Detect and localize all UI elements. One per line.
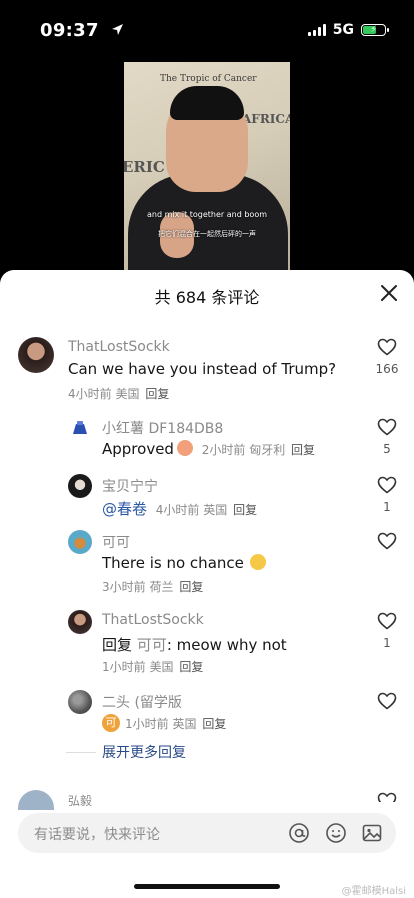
reply-button[interactable]: 回复 — [202, 715, 226, 732]
comment-text: There is no chance — [102, 554, 266, 572]
like-count: 5 — [383, 442, 391, 456]
comment-meta: 可 1小时前 英国 回复 — [102, 714, 226, 732]
divider — [66, 751, 96, 753]
reply-button[interactable]: 回复 — [179, 660, 203, 674]
comment-text: 回复 可可: meow why not — [102, 634, 287, 655]
emoji-icon[interactable] — [325, 822, 347, 844]
time-label: 09:37 — [40, 20, 99, 41]
comment-location: 荷兰 — [149, 580, 174, 594]
comment-location: 美国 — [115, 387, 140, 401]
video-subtitle-zh: 把它们混合在一起然后砰的一声 — [158, 230, 256, 238]
comment-time: 3小时前 — [102, 580, 146, 594]
like-count: 166 — [375, 362, 399, 376]
status-bar: 09:37 5G ⚡ — [0, 0, 414, 62]
comment-sheet: 共 684 条评论 ThatLostSockk Can we have you … — [0, 270, 414, 898]
mention-link[interactable]: @春卷 — [102, 500, 147, 518]
comment-text: Approved 2小时前 匈牙利 回复 — [102, 440, 315, 458]
close-icon[interactable] — [380, 284, 398, 302]
location-arrow-icon — [111, 20, 124, 41]
heart-icon[interactable] — [377, 532, 397, 550]
comment-text-body: There is no chance — [102, 554, 244, 572]
comment-username[interactable]: 宝贝宁宁 — [102, 476, 158, 496]
status-indicators: 5G ⚡ — [307, 22, 389, 38]
reply-button[interactable]: 回复 — [179, 580, 203, 594]
avatar[interactable] — [68, 690, 92, 714]
heart-icon[interactable] — [377, 418, 397, 436]
heart-icon[interactable] — [377, 338, 397, 356]
comment-location: 美国 — [149, 660, 174, 674]
like-count: 1 — [383, 500, 391, 514]
emoji-icon — [249, 554, 266, 570]
avatar[interactable] — [68, 474, 92, 498]
expand-replies-button[interactable]: 展开更多回复 — [66, 742, 186, 762]
avatar[interactable] — [68, 610, 92, 634]
emoji-icon — [176, 440, 193, 456]
heart-icon[interactable] — [377, 612, 397, 630]
heart-icon[interactable] — [377, 692, 397, 710]
reply-prefix: 回复 — [102, 636, 133, 654]
reply-button[interactable]: 回复 — [145, 387, 169, 401]
avatar[interactable] — [18, 790, 54, 810]
signal-icon — [307, 24, 326, 36]
comment-time: 1小时前 — [102, 660, 146, 674]
video-map-region-left: ERIC — [124, 158, 165, 176]
comment-input-placeholder: 有话要说，快来评论 — [34, 827, 160, 843]
comment-location: 匈牙利 — [249, 443, 286, 457]
watermark: @霍邮模Halsi — [341, 886, 406, 897]
comment-time: 4小时前 — [155, 503, 200, 517]
expand-replies-label: 展开更多回复 — [102, 745, 186, 761]
avatar[interactable] — [70, 418, 90, 438]
image-icon[interactable] — [361, 822, 383, 844]
status-time: 09:37 — [40, 20, 124, 41]
video-person-hair — [170, 86, 244, 120]
comment-username[interactable]: 弘毅 — [68, 792, 92, 809]
reply-button[interactable]: 回复 — [233, 503, 257, 517]
video-map-region: AFRICA — [242, 112, 290, 126]
reply-to-username[interactable]: 可可 — [137, 636, 167, 654]
comment-meta: 4小时前 美国 回复 — [68, 385, 169, 402]
avatar[interactable] — [18, 337, 54, 373]
comment-text-body: Approved — [102, 440, 174, 458]
heart-icon[interactable] — [377, 792, 397, 802]
comment-time: 2小时前 — [201, 443, 246, 457]
heart-icon[interactable] — [377, 476, 397, 494]
comment-location: 英国 — [172, 716, 197, 731]
comment-username[interactable]: 二头 (留学版 — [102, 692, 182, 712]
comment-time: 1小时前 — [125, 716, 169, 731]
network-label: 5G — [332, 22, 354, 38]
battery-charging-icon: ⚡ — [361, 24, 389, 36]
comment-time: 4小时前 — [68, 387, 112, 401]
comment-text: @春卷 4小时前 英国 回复 — [102, 498, 257, 519]
comment-text-body: : meow why not — [166, 636, 287, 654]
avatar[interactable] — [68, 530, 92, 554]
video-player[interactable]: The Tropic of Cancer AFRICA ERIC and mix… — [124, 62, 290, 270]
comment-location: 英国 — [203, 503, 228, 517]
comment-username[interactable]: 小红薯 DF184DB8 — [102, 418, 223, 438]
comment-username[interactable]: 可可 — [102, 532, 130, 552]
comment-meta: 3小时前 荷兰 回复 — [102, 578, 203, 595]
user-badge: 可 — [102, 714, 120, 732]
comment-meta: 2小时前 匈牙利 回复 — [202, 443, 315, 457]
home-indicator — [134, 884, 280, 889]
comment-meta: 1小时前 美国 回复 — [102, 658, 203, 675]
video-subtitle-en: and mix it together and boom — [146, 210, 268, 219]
comment-text: Can we have you instead of Trump? — [68, 360, 337, 378]
at-icon[interactable] — [288, 822, 310, 844]
like-count: 1 — [383, 636, 391, 650]
comment-username[interactable]: ThatLostSockk — [102, 612, 204, 628]
video-map-text: The Tropic of Cancer — [160, 74, 257, 84]
comment-meta: 4小时前 英国 回复 — [156, 503, 257, 517]
comment-count-title: 共 684 条评论 — [154, 288, 260, 307]
reply-button[interactable]: 回复 — [291, 443, 315, 457]
comment-username[interactable]: ThatLostSockk — [68, 339, 170, 355]
comment-input[interactable]: 有话要说，快来评论 — [18, 813, 396, 853]
